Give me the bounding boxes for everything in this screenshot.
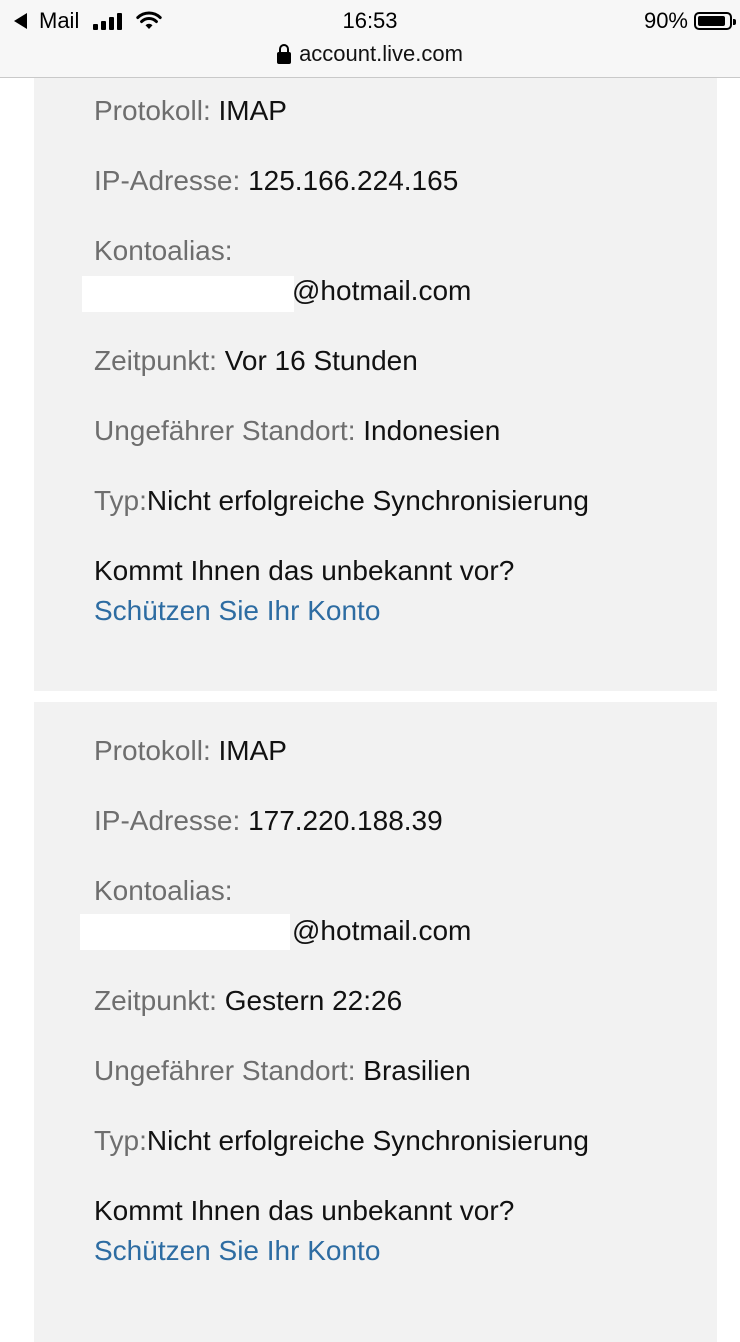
battery-percentage: 90% <box>643 8 688 33</box>
time-label: Zeitpunkt: <box>94 345 217 376</box>
redacted-email-block <box>82 276 294 312</box>
url-bar[interactable]: account.live.com <box>0 38 740 70</box>
redacted-email-block <box>80 914 290 950</box>
type-label: Typ: <box>94 485 147 516</box>
type-row: Typ:Nicht erfolgreiche Synchronisierung <box>94 1124 589 1158</box>
back-app-label: Mail <box>39 8 80 33</box>
unfamiliar-question: Kommt Ihnen das unbekannt vor? <box>94 555 515 586</box>
alias-value: @hotmail.com <box>292 914 471 948</box>
ip-label: IP-Adresse: <box>94 805 241 836</box>
alias-domain: @hotmail.com <box>292 275 472 306</box>
protect-account-link[interactable]: Schützen Sie Ihr Konto <box>94 1234 380 1268</box>
location-value: Brasilien <box>363 1055 471 1086</box>
lock-icon <box>277 44 292 64</box>
battery-status: 90% <box>643 6 736 36</box>
unfamiliar-question: Kommt Ihnen das unbekannt vor? <box>94 1195 515 1226</box>
type-label: Typ: <box>94 1125 147 1156</box>
alias-label: Kontoalias: <box>94 875 233 906</box>
protocol-label: Protokoll: <box>94 735 211 766</box>
protocol-row: Protokoll: IMAP <box>94 734 287 768</box>
cellular-signal-icon <box>93 12 123 30</box>
wifi-icon <box>136 11 163 29</box>
alias-domain: @hotmail.com <box>292 915 472 946</box>
ip-value: 125.166.224.165 <box>248 165 459 196</box>
type-row: Typ:Nicht erfolgreiche Synchronisierung <box>94 484 589 518</box>
protocol-value: IMAP <box>218 95 287 126</box>
time-row: Zeitpunkt: Vor 16 Stunden <box>94 344 418 378</box>
time-value: Gestern 22:26 <box>224 985 403 1016</box>
location-value: Indonesien <box>363 415 501 446</box>
protocol-value: IMAP <box>218 735 287 766</box>
battery-icon <box>694 12 736 30</box>
ip-row: IP-Adresse: 125.166.224.165 <box>94 164 458 198</box>
back-to-app[interactable]: Mail <box>14 6 163 36</box>
alias-label-row: Kontoalias: <box>94 874 233 908</box>
alias-label: Kontoalias: <box>94 235 233 266</box>
activity-card: Protokoll: IMAP IP-Adresse: 125.166.224.… <box>34 78 717 691</box>
location-row: Ungefährer Standort: Brasilien <box>94 1054 471 1088</box>
activity-card: Protokoll: IMAP IP-Adresse: 177.220.188.… <box>34 702 717 1342</box>
alias-label-row: Kontoalias: <box>94 234 233 268</box>
ip-label: IP-Adresse: <box>94 165 241 196</box>
protect-account-link[interactable]: Schützen Sie Ihr Konto <box>94 594 380 628</box>
alias-value: @hotmail.com <box>292 274 471 308</box>
time-label: Zeitpunkt: <box>94 985 217 1016</box>
location-label: Ungefährer Standort: <box>94 1055 356 1086</box>
type-value: Nicht erfolgreiche Synchronisierung <box>146 485 589 516</box>
browser-top-bar: Mail 16:53 90% account.live.com <box>0 0 740 78</box>
protocol-label: Protokoll: <box>94 95 211 126</box>
time-row: Zeitpunkt: Gestern 22:26 <box>94 984 402 1018</box>
type-value: Nicht erfolgreiche Synchronisierung <box>146 1125 589 1156</box>
time-value: Vor 16 Stunden <box>224 345 418 376</box>
url-domain: account.live.com <box>299 41 463 66</box>
location-row: Ungefährer Standort: Indonesien <box>94 414 500 448</box>
back-arrow-icon <box>14 13 27 29</box>
location-label: Ungefährer Standort: <box>94 415 356 446</box>
ip-row: IP-Adresse: 177.220.188.39 <box>94 804 443 838</box>
ip-value: 177.220.188.39 <box>248 805 443 836</box>
protocol-row: Protokoll: IMAP <box>94 94 287 128</box>
